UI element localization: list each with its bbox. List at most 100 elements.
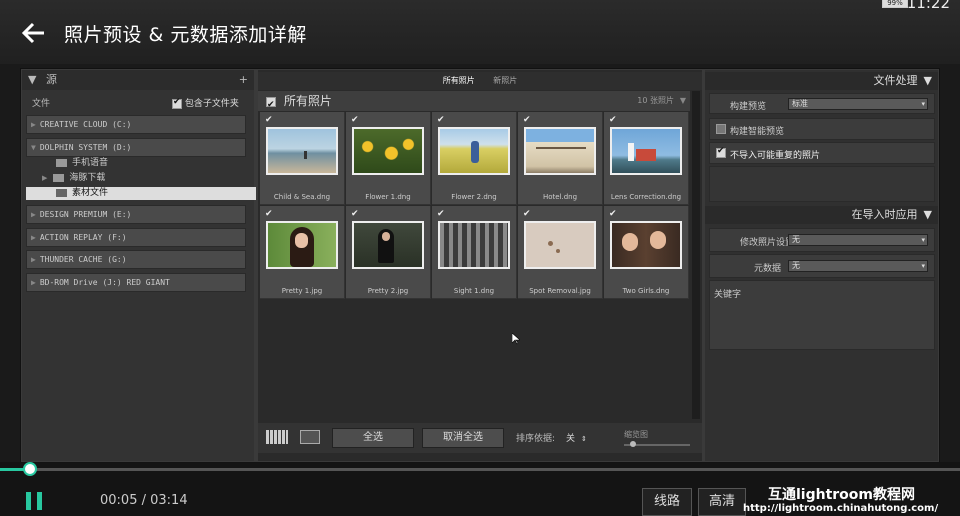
tab-new-photos[interactable]: 新照片 (493, 76, 517, 85)
thumbnail-cell[interactable]: ✔ Spot Removal.jpg (518, 206, 603, 299)
photo-count: 10 张照片 (637, 96, 674, 105)
thumbnail-size-label: 缩览图 (624, 430, 648, 439)
thumbnail-cell[interactable]: ✔ Flower 2.dng (432, 112, 517, 205)
checkmark-icon[interactable]: ✔ (437, 115, 445, 125)
thumbnail-cell[interactable]: ✔ Two Girls.dng (604, 206, 689, 299)
volume-item[interactable]: ▶ THUNDER CACHE (G:) (26, 250, 246, 269)
second-copy-row (709, 166, 935, 202)
expand-triangle-icon: ▶ (31, 233, 36, 242)
select-all-checkbox[interactable] (266, 95, 276, 115)
develop-settings-label: 修改照片设置 (740, 238, 795, 248)
folder-label: 手机语音 (72, 158, 109, 168)
thumbnail-caption: Child & Sea.dng (273, 193, 331, 201)
expand-triangle-icon: ▶ (31, 210, 36, 219)
photo-spot-removal (524, 221, 596, 269)
expand-triangle-icon: ▶ (31, 120, 36, 129)
photo-child-sea (266, 127, 338, 175)
keywords-field[interactable]: 关键字 (709, 280, 935, 350)
volume-label: DOLPHIN SYSTEM (D:) (39, 143, 132, 152)
smart-previews-label: 构建智能预览 (730, 127, 785, 137)
thumbnail-cell[interactable]: ✔ Sight 1.dng (432, 206, 517, 299)
progress-knob[interactable] (23, 462, 37, 476)
include-subfolders-toggle[interactable]: 包含子文件夹 (172, 96, 239, 109)
folder-label: 素材文件 (72, 188, 109, 198)
volume-label: BD-ROM Drive (J:) RED GIANT (39, 278, 170, 287)
build-previews-label: 构建预览 (730, 102, 767, 112)
mouse-cursor-icon (512, 333, 520, 345)
volume-item[interactable]: ▶ BD-ROM Drive (J:) RED GIANT (26, 273, 246, 292)
volume-item[interactable]: ▶ CREATIVE CLOUD (C:) (26, 115, 246, 134)
loupe-view-icon[interactable] (300, 430, 320, 444)
thumbnail-caption: Pretty 1.jpg (281, 287, 323, 295)
thumbnail-cell[interactable]: ✔ Hotel.dng (518, 112, 603, 205)
dropdown-triangle-icon[interactable]: ▼ (680, 91, 686, 111)
all-photos-label: 所有照片 (283, 94, 332, 108)
deselect-all-button[interactable]: 取消全选 (422, 428, 504, 448)
battery-icon: 99% (882, 0, 908, 8)
folder-item-selected[interactable]: 素材文件 (26, 187, 256, 200)
grid-view-icon[interactable] (266, 430, 288, 444)
thumbnail-caption: Hotel.dng (542, 193, 578, 201)
route-button[interactable]: 线路 (642, 488, 692, 516)
checkmark-icon[interactable]: ✔ (265, 209, 273, 219)
volume-item[interactable]: ▼ DOLPHIN SYSTEM (D:) (26, 138, 246, 157)
metadata-label: 元数据 (754, 264, 782, 274)
add-icon[interactable]: + (239, 70, 248, 90)
pause-icon[interactable] (26, 492, 44, 510)
slider-knob[interactable] (630, 441, 636, 447)
folder-item[interactable]: 手机语音 (56, 157, 108, 170)
checkmark-icon[interactable]: ✔ (523, 115, 531, 125)
smart-previews-row: 构建智能预览 (709, 118, 935, 140)
smart-previews-checkbox[interactable] (716, 124, 726, 134)
build-previews-row: 构建预览 标准 (709, 93, 935, 114)
thumbnail-caption: Spot Removal.jpg (529, 287, 591, 295)
quality-button[interactable]: 高清 (698, 488, 746, 516)
no-duplicates-checkbox[interactable] (716, 146, 726, 158)
build-previews-select[interactable]: 标准 (788, 98, 928, 110)
thumbnail-cell[interactable]: ✔ Lens Correction.dng (604, 112, 689, 205)
folder-item[interactable]: ▶ 海豚下载 (42, 172, 105, 185)
photo-pretty-1 (266, 221, 338, 269)
sort-value: 关 (566, 434, 576, 444)
collapse-triangle-icon: ▼ (923, 74, 932, 87)
volume-label: THUNDER CACHE (G:) (39, 255, 127, 264)
file-handling-title: 文件处理 (873, 74, 918, 87)
file-handling-header[interactable]: 文件处理 ▼ (705, 72, 938, 90)
checkmark-icon[interactable]: ✔ (609, 209, 617, 219)
grid-scrollbar[interactable] (692, 91, 700, 419)
checkmark-icon[interactable]: ✔ (265, 115, 273, 125)
video-player-screen: 照片预设 & 元数据添加详解 99% 11:22 ▼ 源 + 文件 包含子文件夹… (0, 0, 960, 516)
progress-track[interactable] (0, 468, 960, 471)
include-subfolders-checkbox[interactable] (172, 97, 182, 109)
thumbnail-cell[interactable]: ✔ Child & Sea.dng (260, 112, 345, 205)
source-panel-header[interactable]: ▼ 源 + (22, 70, 254, 90)
apply-during-import-header[interactable]: 在导入时应用 ▼ (705, 206, 938, 224)
volume-item[interactable]: ▶ DESIGN PREMIUM (E:) (26, 205, 246, 224)
files-label: 文件 (32, 99, 51, 109)
back-arrow-icon[interactable] (18, 18, 48, 48)
thumbnail-caption: Lens Correction.dng (610, 193, 682, 201)
thumbnail-cell[interactable]: ✔ Flower 1.dng (346, 112, 431, 205)
expand-triangle-icon: ▶ (31, 255, 36, 264)
checkmark-icon[interactable]: ✔ (351, 209, 359, 219)
sort-select[interactable]: 关 ⇕ (566, 431, 587, 444)
checkmark-icon[interactable]: ✔ (609, 115, 617, 125)
volume-item[interactable]: ▶ ACTION REPLAY (F:) (26, 228, 246, 247)
photo-pretty-2 (352, 221, 424, 269)
checkmark-icon[interactable]: ✔ (523, 209, 531, 219)
checkmark-icon[interactable]: ✔ (437, 209, 445, 219)
sort-label: 排序依据: (516, 434, 556, 444)
develop-settings-select[interactable]: 无 (788, 234, 928, 246)
volume-label: DESIGN PREMIUM (E:) (39, 210, 132, 219)
thumbnail-cell[interactable]: ✔ Pretty 1.jpg (260, 206, 345, 299)
apply-during-import-title: 在导入时应用 (851, 208, 918, 221)
thumbnail-grid: ✔ Child & Sea.dng ✔ Flower 1.dng ✔ Flower 2… (260, 112, 690, 299)
checkmark-icon[interactable]: ✔ (351, 115, 359, 125)
source-title: 源 (45, 73, 57, 86)
thumbnail-cell[interactable]: ✔ Pretty 2.jpg (346, 206, 431, 299)
tab-all-photos[interactable]: 所有照片 (443, 76, 475, 85)
folder-icon (53, 173, 65, 182)
select-all-button[interactable]: 全选 (332, 428, 414, 448)
metadata-select[interactable]: 无 (788, 260, 928, 272)
include-subfolders-label: 包含子文件夹 (184, 99, 239, 109)
